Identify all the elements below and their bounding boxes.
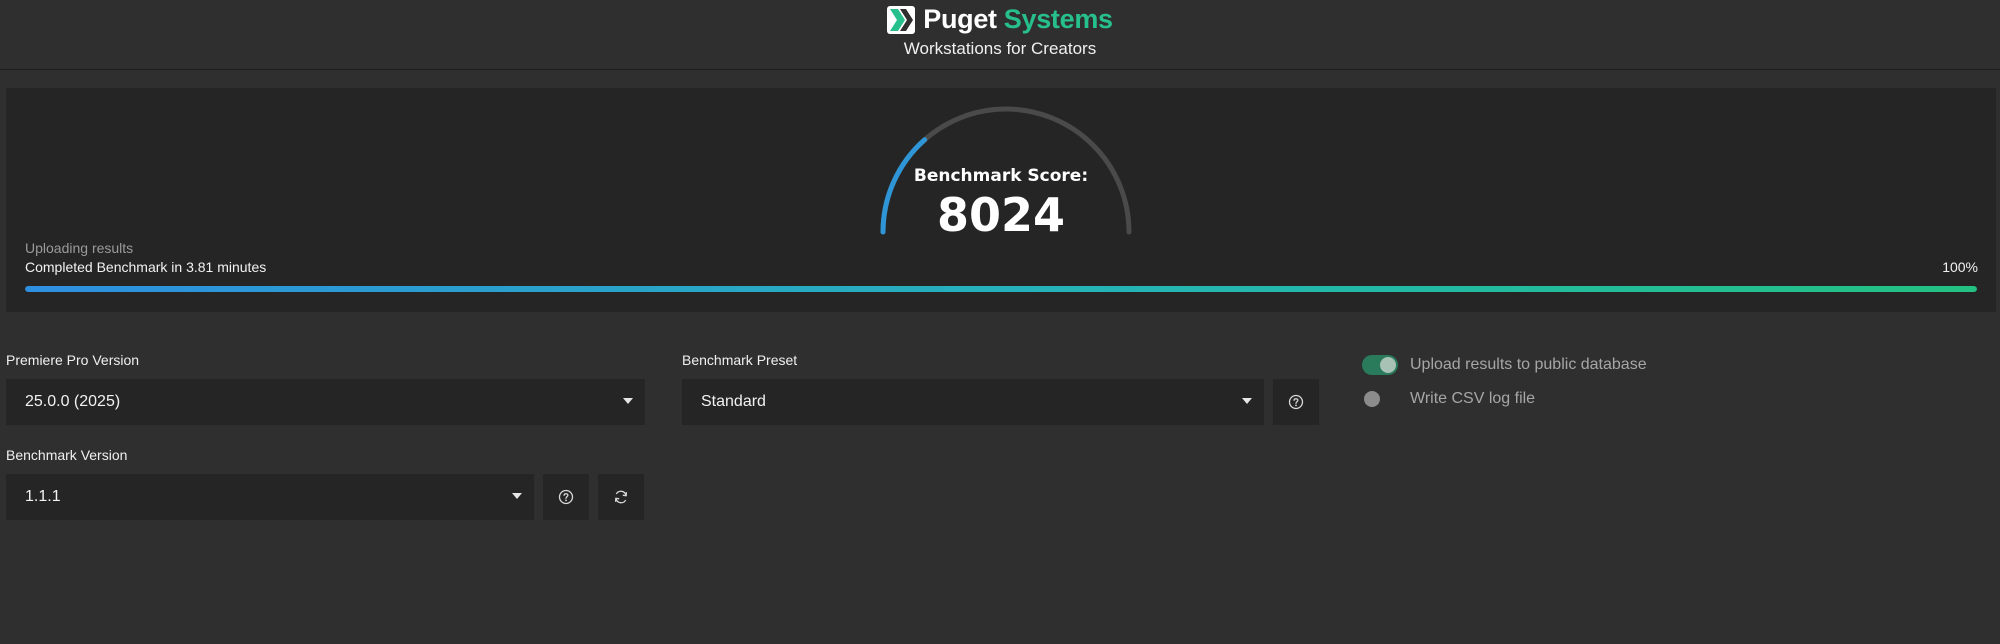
version-help-button[interactable]	[543, 474, 589, 520]
score-value: 8024	[936, 188, 1066, 242]
upload-results-label: Upload results to public database	[1410, 356, 1647, 373]
preset-help-button[interactable]	[1273, 379, 1319, 425]
refresh-versions-button[interactable]	[598, 474, 644, 520]
app-header: Puget Systems Workstations for Creators	[0, 0, 2000, 70]
premiere-version-value: 25.0.0 (2025)	[25, 393, 121, 410]
benchmark-preset-value: Standard	[701, 393, 766, 410]
results-panel: Benchmark Score: 8024 Uploading results …	[6, 88, 1996, 312]
help-icon	[1288, 394, 1304, 410]
benchmark-version-select[interactable]: 1.1.1	[6, 474, 534, 520]
brand-name-first: Puget	[923, 4, 997, 34]
premiere-version-label: Premiere Pro Version	[6, 352, 140, 368]
benchmark-version-value: 1.1.1	[25, 488, 61, 505]
brand-name-second: Systems	[1003, 4, 1113, 34]
chevron-down-icon	[623, 398, 633, 404]
toggle-knob	[1380, 357, 1396, 373]
benchmark-preset-label: Benchmark Preset	[682, 352, 798, 368]
upload-results-option[interactable]: Upload results to public database	[1362, 355, 1647, 375]
toggle-knob	[1364, 391, 1380, 407]
chevron-down-icon	[1242, 398, 1252, 404]
premiere-version-select[interactable]: 25.0.0 (2025)	[6, 379, 645, 425]
csv-log-toggle[interactable]	[1362, 389, 1398, 409]
puget-chevron-logo-icon	[887, 5, 916, 34]
brand-name: Puget Systems	[923, 4, 1113, 35]
brand: Puget Systems	[0, 4, 2000, 35]
progress-fill	[25, 286, 1977, 292]
chevron-down-icon	[512, 493, 522, 499]
refresh-icon	[614, 490, 628, 504]
csv-log-option[interactable]: Write CSV log file	[1362, 389, 1535, 409]
upload-results-toggle[interactable]	[1362, 355, 1398, 375]
csv-log-label: Write CSV log file	[1410, 390, 1536, 407]
completed-text: Completed Benchmark in 3.81 minutes	[25, 259, 267, 275]
status-text: Uploading results	[25, 240, 134, 256]
progress-percent: 100%	[1942, 259, 1978, 275]
benchmark-version-label: Benchmark Version	[6, 447, 128, 463]
tagline: Workstations for Creators	[903, 39, 1097, 58]
benchmark-preset-select[interactable]: Standard	[682, 379, 1264, 425]
help-icon	[558, 489, 574, 505]
progress-bar	[25, 286, 1977, 292]
score-label: Benchmark Score:	[913, 166, 1089, 186]
